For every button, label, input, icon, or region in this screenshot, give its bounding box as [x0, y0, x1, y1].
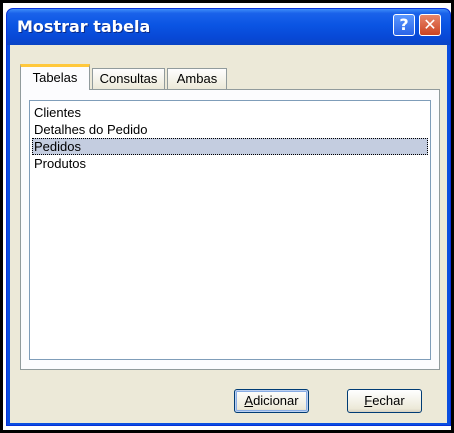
close-icon[interactable]: ✕: [419, 14, 441, 36]
table-listbox[interactable]: Clientes Detalhes do Pedido Pedidos Prod…: [29, 100, 431, 360]
list-item-clientes[interactable]: Clientes: [32, 104, 428, 121]
close-button-label: echar: [372, 393, 405, 408]
add-button[interactable]: Adicionar: [234, 389, 309, 413]
list-item-pedidos[interactable]: Pedidos: [32, 138, 428, 155]
close-button-mnemonic: F: [364, 393, 373, 408]
title-bar[interactable]: Mostrar tabela ? ✕: [7, 9, 450, 45]
list-item-produtos[interactable]: Produtos: [32, 155, 428, 172]
tab-consultas[interactable]: Consultas: [92, 68, 165, 89]
add-button-mnemonic: A: [244, 393, 254, 408]
dialog-window: Mostrar tabela ? ✕ Tabelas Consultas Amb…: [6, 8, 451, 426]
list-item-detalhes-do-pedido[interactable]: Detalhes do Pedido: [32, 121, 428, 138]
tab-tabelas[interactable]: Tabelas: [20, 64, 90, 90]
help-icon[interactable]: ?: [393, 14, 415, 36]
screenshot-frame: Mostrar tabela ? ✕ Tabelas Consultas Amb…: [0, 0, 454, 433]
close-button[interactable]: Fechar: [347, 389, 422, 413]
dialog-body: Tabelas Consultas Ambas Clientes Detalhe…: [10, 45, 447, 423]
add-button-label: dicionar: [253, 393, 299, 408]
tab-panel: Clientes Detalhes do Pedido Pedidos Prod…: [20, 89, 440, 370]
tab-ambas[interactable]: Ambas: [167, 68, 227, 89]
window-title: Mostrar tabela: [17, 17, 151, 36]
